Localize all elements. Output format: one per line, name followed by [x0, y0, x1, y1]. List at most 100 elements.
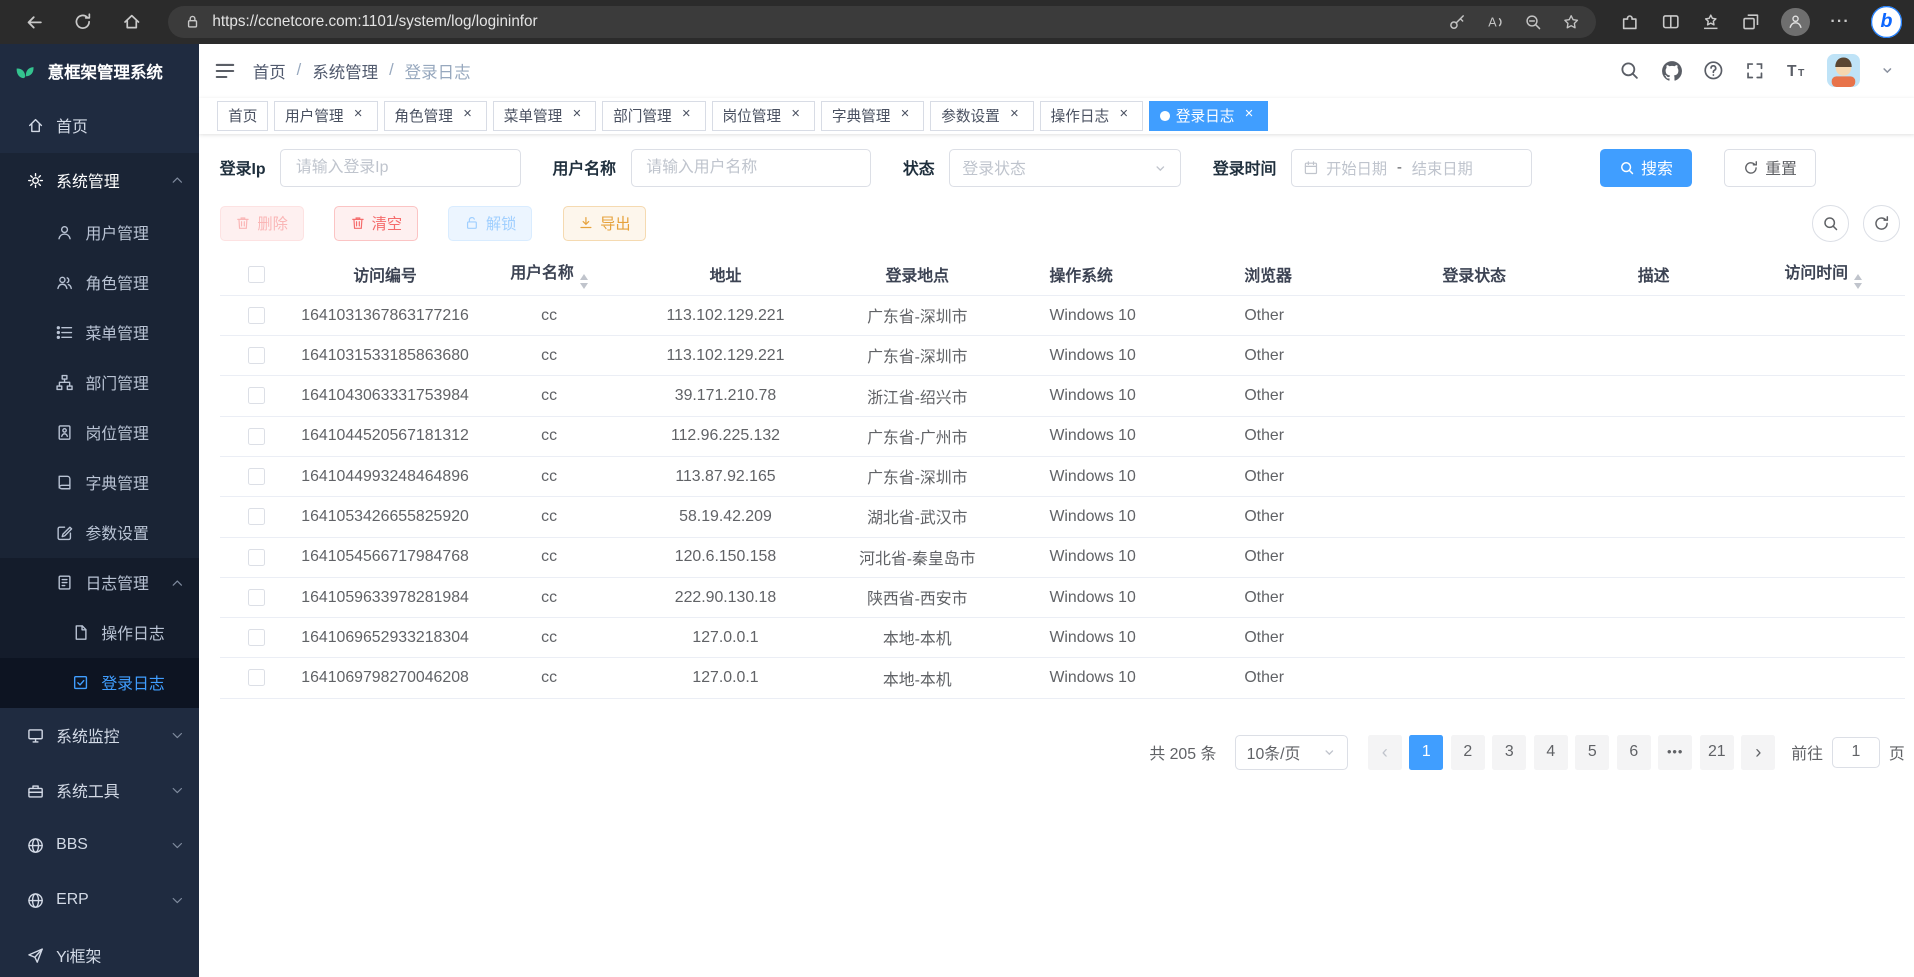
bing-copilot-icon[interactable]: b	[1871, 6, 1903, 38]
sidebar-item-system-monitor[interactable]: 系统监控	[0, 708, 199, 763]
avatar-caret-down-icon[interactable]	[1880, 63, 1895, 78]
page-button-3[interactable]: 3	[1492, 735, 1526, 769]
close-tab-icon[interactable]: ×	[350, 107, 367, 124]
browser-home-button[interactable]	[107, 4, 156, 41]
read-aloud-icon[interactable]: A	[1486, 13, 1504, 31]
page-jump-input[interactable]	[1832, 737, 1881, 769]
close-tab-icon[interactable]: ×	[1115, 107, 1132, 124]
login-time-range-picker[interactable]: 开始日期 - 结束日期	[1291, 149, 1532, 187]
page-button-4[interactable]: 4	[1534, 735, 1568, 769]
clear-button[interactable]: 清空	[334, 206, 418, 240]
unlock-button[interactable]: 解锁	[448, 206, 532, 240]
row-checkbox[interactable]	[248, 468, 265, 485]
row-checkbox[interactable]	[248, 589, 265, 606]
collections-icon[interactable]	[1741, 12, 1761, 32]
tab-menu-management[interactable]: 菜单管理×	[493, 101, 596, 132]
sidebar-item-role-management[interactable]: 角色管理	[0, 258, 199, 308]
row-checkbox[interactable]	[248, 428, 265, 445]
sidebar-item-home[interactable]: 首页	[0, 98, 199, 153]
sidebar-item-user-management[interactable]: 用户管理	[0, 208, 199, 258]
tab-login-log[interactable]: 登录日志×	[1149, 101, 1268, 132]
zoom-out-icon[interactable]	[1524, 13, 1542, 31]
font-size-button[interactable]: TT	[1785, 60, 1806, 81]
header-search-button[interactable]	[1619, 60, 1640, 81]
login-ip-input[interactable]	[280, 149, 521, 187]
username-input[interactable]	[631, 149, 872, 187]
refresh-table-button[interactable]	[1863, 205, 1900, 242]
help-button[interactable]	[1703, 60, 1724, 81]
sidebar-item-login-log[interactable]: 登录日志	[0, 658, 199, 708]
tab-home[interactable]: 首页	[217, 101, 268, 132]
prev-page-button[interactable]: ‹	[1368, 735, 1402, 769]
sidebar-collapse-button[interactable]	[214, 60, 236, 82]
fullscreen-button[interactable]	[1745, 61, 1765, 81]
pager-ellipsis[interactable]: •••	[1658, 735, 1692, 769]
tab-operation-log[interactable]: 操作日志×	[1040, 101, 1143, 132]
row-checkbox[interactable]	[248, 347, 265, 364]
sidebar-item-system-management[interactable]: 系统管理	[0, 153, 199, 208]
toggle-search-button[interactable]	[1812, 205, 1849, 242]
tab-dict-management[interactable]: 字典管理×	[821, 101, 924, 132]
breadcrumb-item-system[interactable]: 系统管理	[312, 59, 378, 83]
sidebar-item-log-management[interactable]: 日志管理	[0, 558, 199, 608]
github-button[interactable]	[1661, 60, 1683, 82]
close-tab-icon[interactable]: ×	[1006, 107, 1023, 124]
extensions-puzzle-icon[interactable]	[1620, 12, 1640, 32]
tab-role-management[interactable]: 角色管理×	[384, 101, 487, 132]
next-page-button[interactable]: ›	[1741, 735, 1775, 769]
app-logo[interactable]: 意框架管理系统	[0, 44, 199, 98]
browser-address-bar[interactable]: https://ccnetcore.com:1101/system/log/lo…	[168, 6, 1596, 39]
close-tab-icon[interactable]: ×	[787, 107, 804, 124]
row-checkbox[interactable]	[248, 629, 265, 646]
status-select[interactable]: 登录状态	[949, 149, 1181, 187]
column-header-8[interactable]: 访问时间	[1742, 254, 1905, 296]
row-checkbox[interactable]	[248, 508, 265, 525]
sidebar-item-bbs[interactable]: BBS	[0, 818, 199, 873]
page-button-2[interactable]: 2	[1451, 735, 1485, 769]
column-header-1[interactable]: 用户名称	[476, 254, 622, 296]
row-checkbox[interactable]	[248, 387, 265, 404]
close-tab-icon[interactable]: ×	[897, 107, 914, 124]
password-key-icon[interactable]	[1448, 13, 1466, 31]
browser-refresh-button[interactable]	[59, 4, 108, 41]
breadcrumb-item-home[interactable]: 首页	[253, 59, 286, 83]
sidebar-item-menu-management[interactable]: 菜单管理	[0, 308, 199, 358]
close-tab-icon[interactable]: ×	[678, 107, 695, 124]
row-checkbox[interactable]	[248, 549, 265, 566]
browser-menu-dots-icon[interactable]: ···	[1830, 13, 1850, 31]
search-button[interactable]: 搜索	[1600, 149, 1692, 187]
sidebar-item-yi-framework[interactable]: Yi框架	[0, 928, 199, 977]
row-checkbox[interactable]	[248, 669, 265, 686]
close-tab-icon[interactable]: ×	[459, 107, 476, 124]
split-screen-icon[interactable]	[1661, 12, 1681, 32]
page-button-5[interactable]: 5	[1575, 735, 1609, 769]
page-size-select[interactable]: 10条/页	[1235, 735, 1349, 769]
tab-dept-management[interactable]: 部门管理×	[602, 101, 705, 132]
sidebar-item-dept-management[interactable]: 部门管理	[0, 358, 199, 408]
close-tab-icon[interactable]: ×	[568, 107, 585, 124]
sidebar-item-operation-log[interactable]: 操作日志	[0, 608, 199, 658]
reset-button[interactable]: 重置	[1724, 149, 1816, 187]
close-tab-icon[interactable]: ×	[1241, 107, 1258, 124]
delete-button[interactable]: 删除	[220, 206, 304, 240]
sidebar-item-param-settings[interactable]: 参数设置	[0, 508, 199, 558]
tab-param-settings[interactable]: 参数设置×	[930, 101, 1033, 132]
add-favorite-star-icon[interactable]	[1562, 13, 1580, 31]
tab-post-management[interactable]: 岗位管理×	[712, 101, 815, 132]
user-avatar[interactable]	[1827, 54, 1860, 87]
sidebar-item-erp[interactable]: ERP	[0, 873, 199, 928]
sort-icon[interactable]	[580, 274, 588, 288]
browser-back-button[interactable]	[10, 4, 59, 41]
page-button-6[interactable]: 6	[1617, 735, 1651, 769]
row-checkbox[interactable]	[248, 307, 265, 324]
select-all-checkbox[interactable]	[248, 266, 265, 283]
sidebar-item-post-management[interactable]: 岗位管理	[0, 408, 199, 458]
sidebar-item-system-tools[interactable]: 系统工具	[0, 763, 199, 818]
page-button-21[interactable]: 21	[1700, 735, 1734, 769]
export-button[interactable]: 导出	[563, 206, 647, 240]
sort-icon[interactable]	[1854, 274, 1862, 288]
tab-user-management[interactable]: 用户管理×	[274, 101, 377, 132]
page-button-1[interactable]: 1	[1409, 735, 1443, 769]
browser-profile-avatar[interactable]	[1781, 8, 1809, 36]
sidebar-item-dict-management[interactable]: 字典管理	[0, 458, 199, 508]
